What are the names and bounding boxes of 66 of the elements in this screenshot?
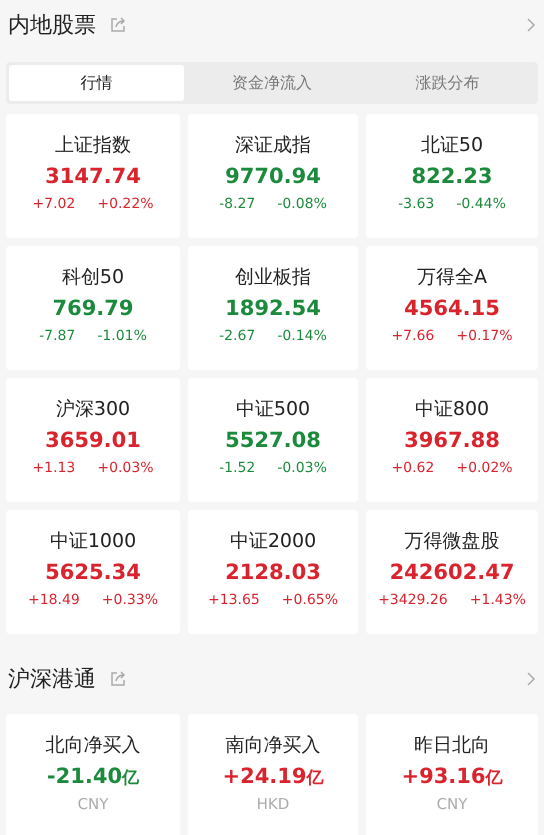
index-value: 2128.03 — [225, 560, 321, 584]
change-percent: +0.03% — [97, 460, 154, 476]
index-name: 中证1000 — [50, 529, 136, 554]
index-value: 5527.08 — [225, 428, 321, 452]
index-name: 万得微盘股 — [404, 529, 500, 554]
index-name: 上证指数 — [55, 133, 131, 158]
change-percent: -0.14% — [277, 328, 327, 344]
change-percent: +0.02% — [456, 460, 513, 476]
index-value: 242602.47 — [390, 560, 514, 584]
change-value: +13.65 — [208, 592, 260, 608]
index-name: 沪深300 — [56, 397, 130, 422]
tab[interactable]: 行情 — [9, 65, 184, 101]
index-value: 822.23 — [411, 164, 493, 188]
currency-label: CNY — [436, 795, 468, 813]
index-name: 南向净买入 — [226, 733, 320, 758]
share-icon[interactable] — [110, 17, 126, 33]
index-name: 中证500 — [236, 397, 310, 422]
currency-label: CNY — [78, 795, 108, 813]
index-name: 创业板指 — [235, 265, 311, 290]
index-name: 深证成指 — [235, 133, 311, 158]
change-percent: +1.43% — [470, 592, 526, 608]
change-value: -2.67 — [219, 328, 256, 344]
change-percent: +0.17% — [456, 328, 513, 344]
index-name: 北向净买入 — [46, 733, 140, 758]
change-percent: +0.33% — [102, 592, 158, 608]
change-value: -8.27 — [219, 196, 256, 212]
index-value: -21.40亿 — [46, 764, 140, 789]
index-value: 5625.34 — [45, 560, 141, 584]
chevron-right-icon[interactable] — [526, 17, 536, 33]
tab[interactable]: 涨跌分布 — [360, 65, 535, 101]
change-value: +0.62 — [391, 460, 434, 476]
index-name: 北证50 — [420, 133, 484, 158]
share-icon[interactable] — [110, 671, 126, 687]
change-value: +18.49 — [28, 592, 80, 608]
index-name: 科创50 — [62, 265, 124, 290]
change-percent: -0.03% — [277, 460, 327, 476]
change-value: +7.02 — [32, 196, 76, 212]
tab[interactable]: 资金净流入 — [184, 65, 360, 101]
index-name: 中证2000 — [230, 529, 316, 554]
index-value: 3659.01 — [45, 428, 141, 452]
change-percent: -0.44% — [456, 196, 506, 212]
change-percent: -0.08% — [277, 196, 327, 212]
index-value: 1892.54 — [225, 296, 321, 320]
index-value: 3967.88 — [404, 428, 500, 452]
change-value: -3.63 — [398, 196, 434, 212]
section-title: 内地股票 — [8, 12, 96, 40]
index-value: +24.19亿 — [222, 764, 324, 789]
index-value: +93.16亿 — [401, 764, 503, 789]
change-value: +7.66 — [391, 328, 434, 344]
index-name: 昨日北向 — [414, 733, 490, 758]
index-name: 中证800 — [414, 397, 490, 422]
change-value: -1.52 — [219, 460, 256, 476]
change-value: +3429.26 — [378, 592, 448, 608]
index-value: 3147.74 — [45, 164, 141, 188]
index-value: 4564.15 — [404, 296, 500, 320]
index-name: 万得全A — [417, 265, 487, 290]
currency-label: HKD — [256, 795, 290, 813]
chevron-right-icon[interactable] — [526, 671, 536, 687]
index-value: 769.79 — [52, 296, 134, 320]
change-percent: -1.01% — [97, 328, 147, 344]
change-percent: +0.65% — [282, 592, 338, 608]
section-title: 沪深港通 — [8, 666, 96, 694]
change-value: +1.13 — [32, 460, 76, 476]
change-percent: +0.22% — [97, 196, 154, 212]
index-value: 9770.94 — [225, 164, 321, 188]
change-value: -7.87 — [39, 328, 76, 344]
